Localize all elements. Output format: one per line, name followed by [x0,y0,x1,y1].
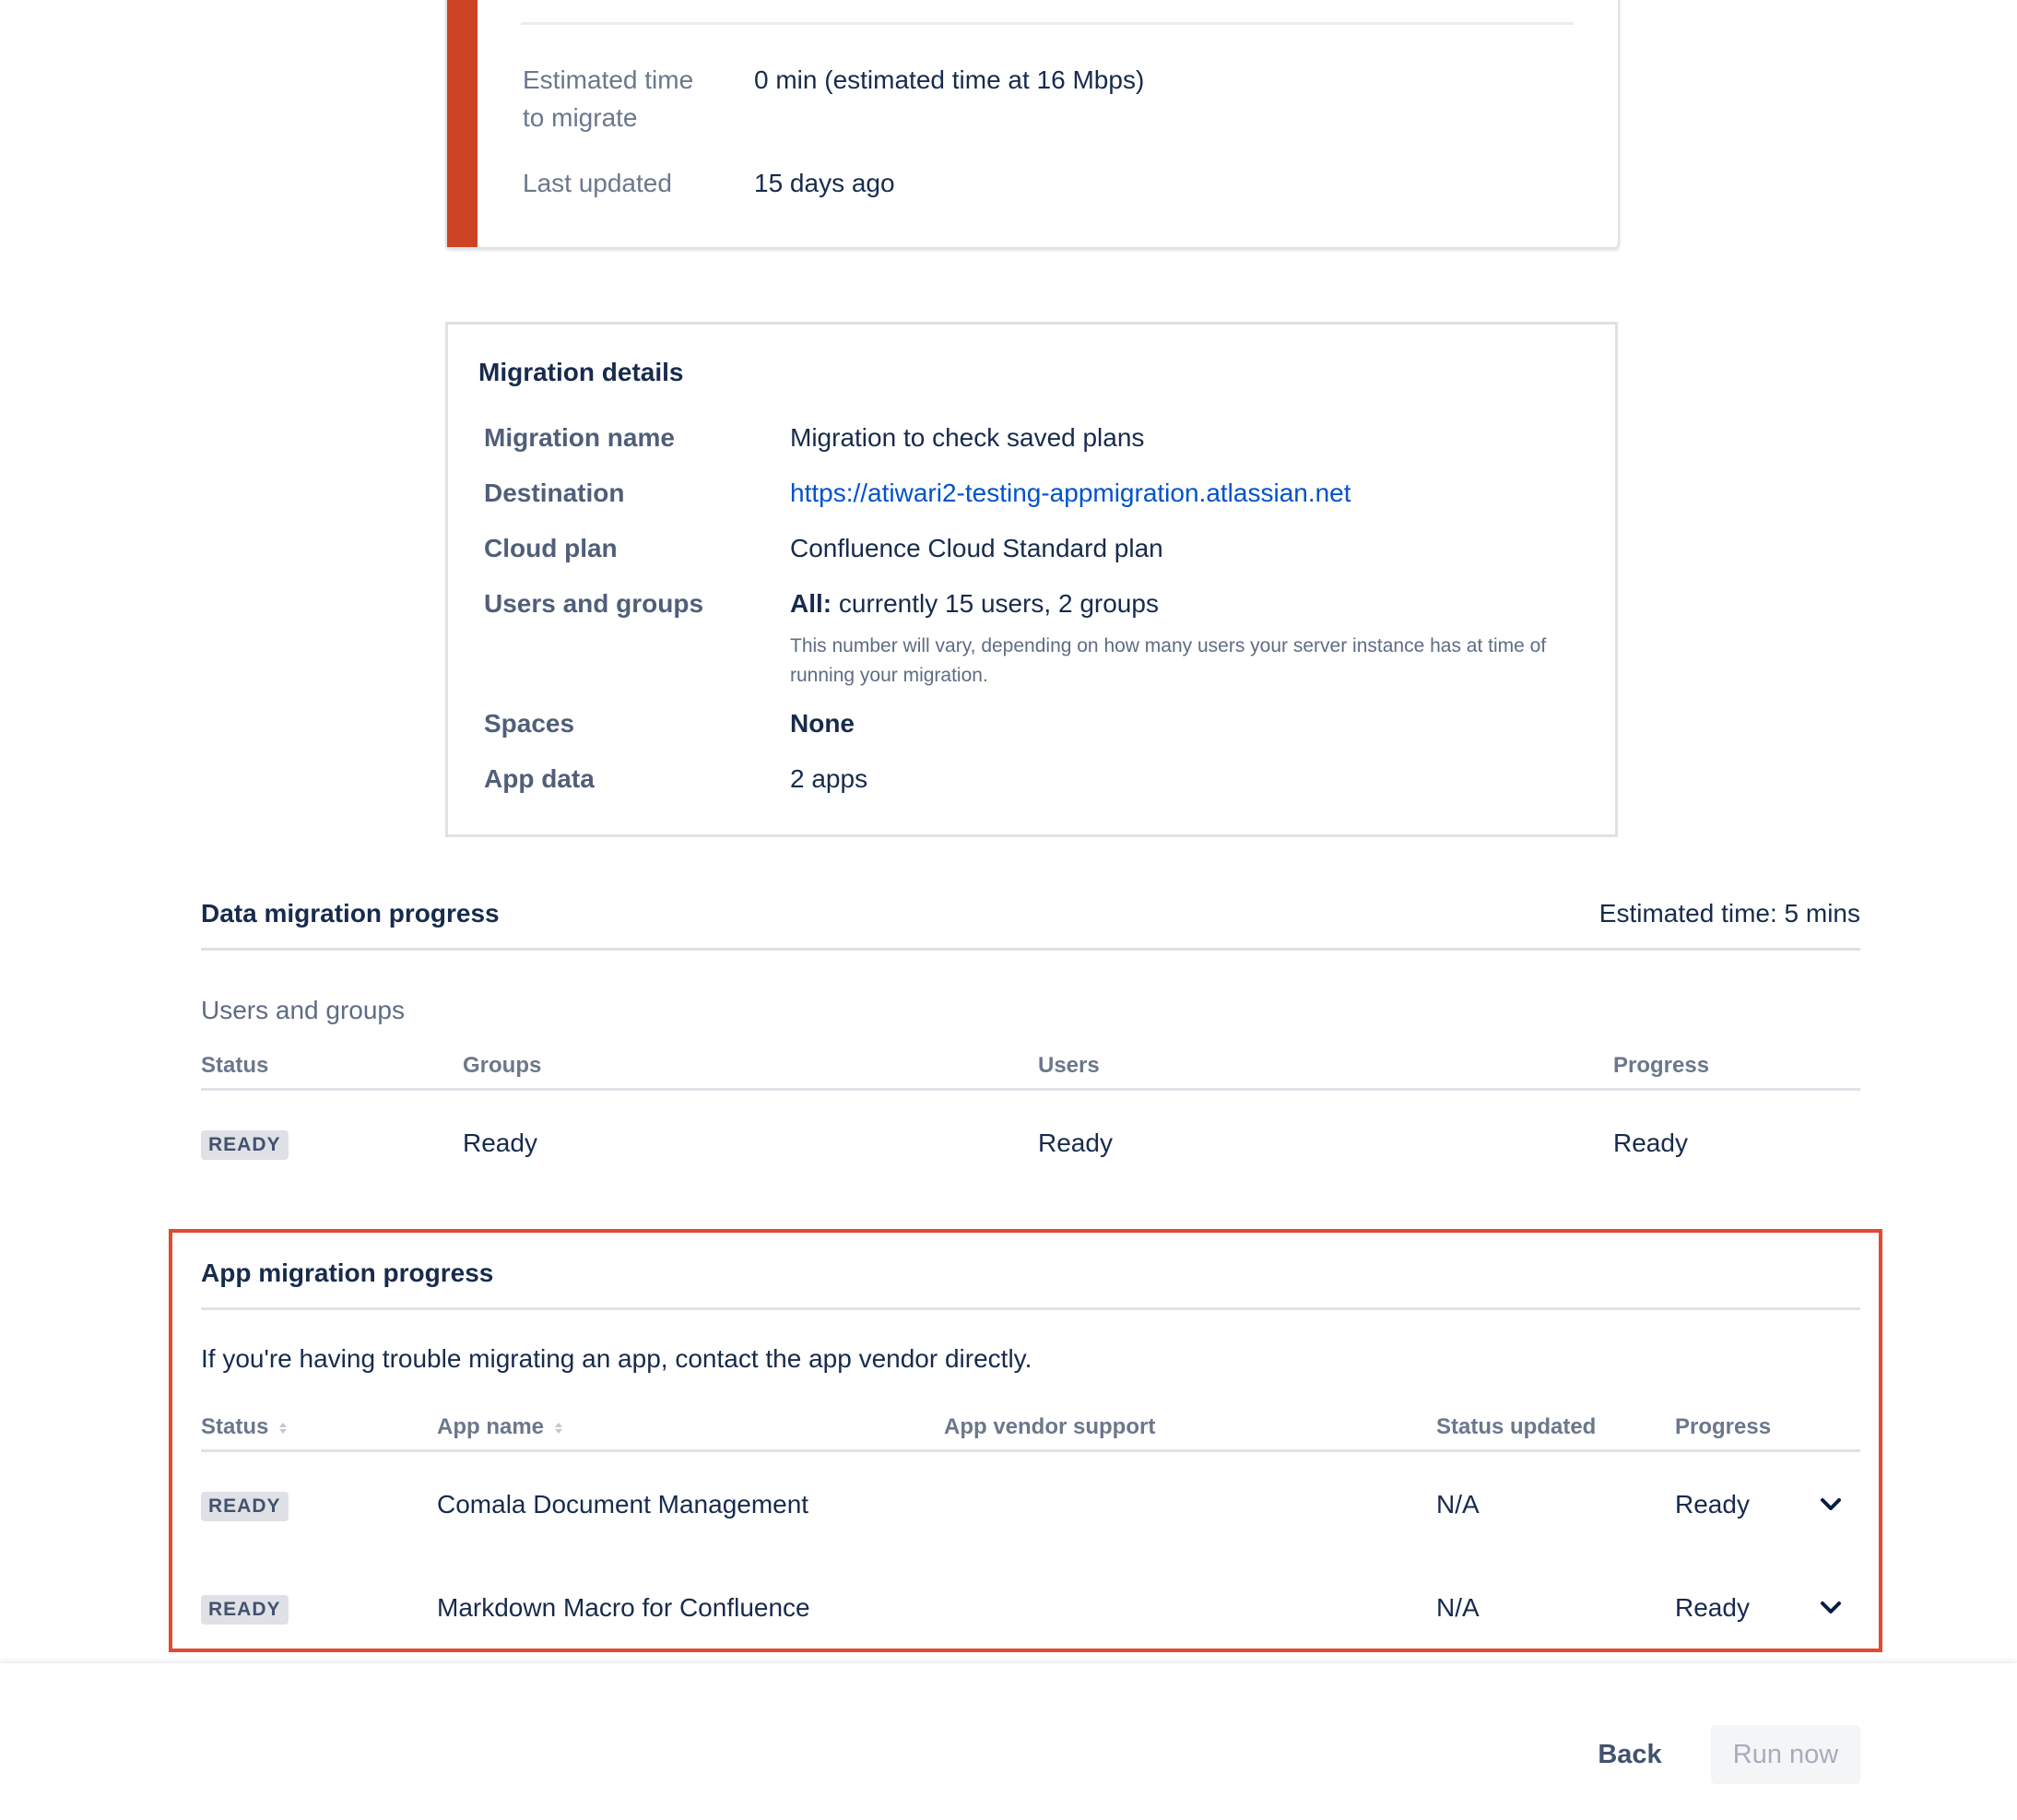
table-header-divider [201,1088,1860,1091]
cloud-plan-value: Confluence Cloud Standard plan [790,534,1163,562]
table-row: READY [201,1492,289,1521]
groups-progress-value: Ready [463,1129,537,1157]
section-divider [201,1307,1860,1310]
sort-icon [279,1422,288,1434]
status-badge: READY [201,1595,289,1625]
table-header-divider [201,1449,1860,1452]
error-accent-bar [447,0,478,247]
spaces-label: Spaces [484,709,575,738]
table-row: READY [201,1595,289,1625]
migration-name-value: Migration to check saved plans [790,423,1145,452]
status-updated: N/A [1436,1593,1480,1622]
app-vendor-help-text: If you're having trouble migrating an ap… [201,1344,1032,1373]
column-header-progress: Progress [1675,1414,1772,1439]
estimated-time-value: 0 min (estimated time at 16 Mbps) [754,65,1145,94]
cloud-plan-label: Cloud plan [484,534,618,562]
back-button[interactable]: Back [1576,1725,1683,1784]
chevron-down-icon[interactable] [1818,1597,1844,1619]
column-header-status: Status [201,1053,269,1078]
migration-summary-card: Estimated time to migrate 0 min (estimat… [445,0,1620,249]
app-data-label: App data [484,764,595,793]
users-groups-value: All: currently 15 users, 2 groups [790,589,1159,619]
last-updated-label: Last updated [523,169,672,197]
column-header-groups: Groups [463,1053,542,1078]
column-header-progress: Progress [1613,1053,1710,1078]
data-migration-progress-title: Data migration progress [201,899,500,928]
destination-label: Destination [484,479,625,507]
app-name: Comala Document Management [437,1490,809,1519]
table-row: READY [201,1130,289,1160]
migration-details-card: Migration details Migration name Migrati… [445,322,1618,837]
app-name: Markdown Macro for Confluence [437,1593,810,1622]
users-groups-count: currently 15 users, 2 groups [838,589,1159,618]
estimated-time-label: Estimated time to migrate [523,65,694,132]
overall-progress-value: Ready [1613,1129,1688,1157]
run-now-button[interactable]: Run now [1711,1725,1860,1784]
users-groups-subheading: Users and groups [201,996,406,1024]
divider [521,22,1574,25]
users-groups-note: This number will vary, depending on how … [790,635,1547,686]
users-groups-label: Users and groups [484,589,704,618]
app-migration-progress-title: App migration progress [201,1259,494,1287]
chevron-down-icon[interactable] [1818,1494,1844,1516]
app-progress: Ready [1675,1593,1750,1622]
column-header-users: Users [1038,1053,1100,1078]
migration-name-label: Migration name [484,423,675,452]
status-badge: READY [201,1130,289,1160]
status-updated: N/A [1436,1490,1480,1519]
column-header-vendor-support: App vendor support [944,1414,1156,1439]
app-progress: Ready [1675,1490,1750,1519]
app-data-value: 2 apps [790,764,868,793]
section-divider [201,948,1860,951]
users-progress-value: Ready [1038,1129,1113,1157]
status-badge: READY [201,1492,289,1521]
users-groups-scope: All: [790,589,832,618]
destination-link[interactable]: https://atiwari2-testing-appmigration.at… [790,479,1351,508]
column-header-app-name[interactable]: App name [437,1414,563,1440]
app-migration-highlight-box [169,1229,1882,1652]
migration-details-title: Migration details [478,358,684,386]
column-header-status[interactable]: Status [201,1414,288,1440]
last-updated-value: 15 days ago [754,169,895,197]
spaces-value: None [790,709,855,738]
column-header-status-updated: Status updated [1436,1414,1597,1439]
sort-icon [554,1422,562,1434]
data-migration-estimated-time: Estimated time: 5 mins [1598,899,1860,928]
